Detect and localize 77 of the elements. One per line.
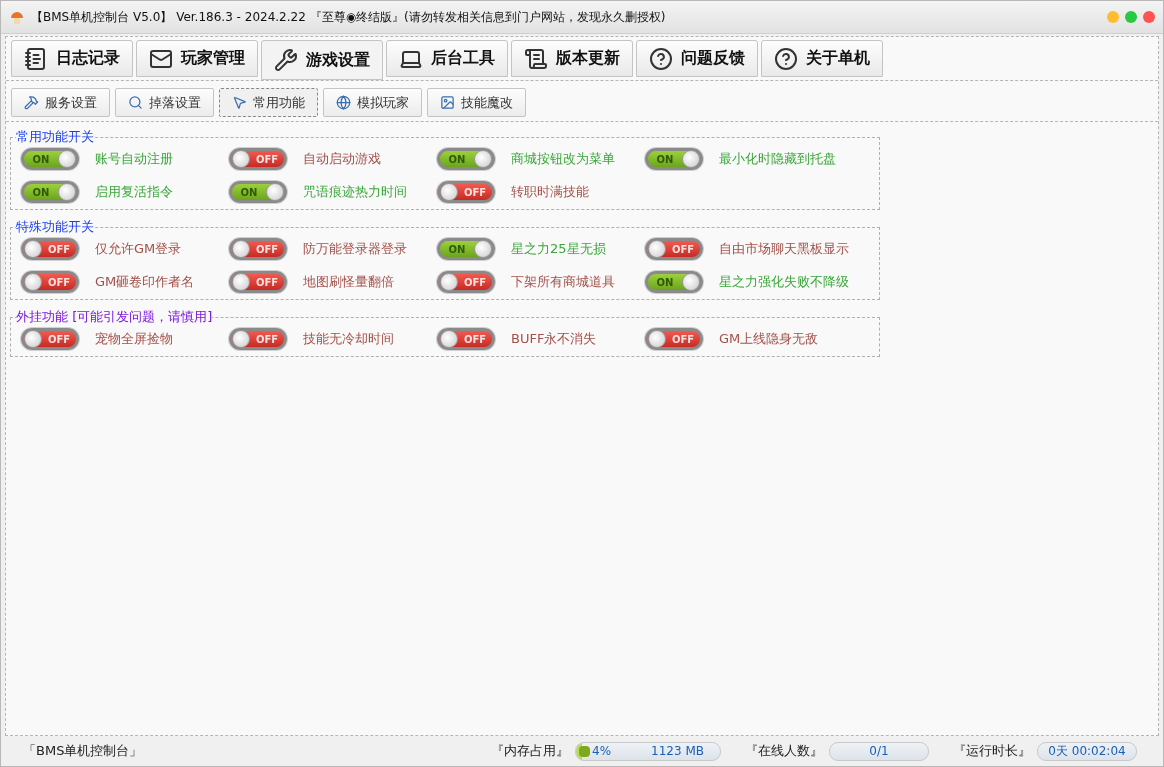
toggle-switch[interactable]: OFF <box>229 148 287 170</box>
option-label: 宠物全屏捡物 <box>95 330 173 348</box>
option-label: 账号自动注册 <box>95 150 173 168</box>
toggle-switch[interactable]: ON <box>645 148 703 170</box>
option-label: 自动启动游戏 <box>303 150 381 168</box>
scroll-icon <box>524 46 548 71</box>
toggle-switch[interactable]: OFF <box>21 271 79 293</box>
option-label: 启用复活指令 <box>95 183 173 201</box>
sub-tab[interactable]: 常用功能 <box>219 88 318 117</box>
toggle-switch[interactable]: OFF <box>229 238 287 260</box>
pointer-icon <box>232 95 247 110</box>
toggle-switch[interactable]: OFF <box>229 271 287 293</box>
help-icon <box>649 46 673 71</box>
window-title: 【BMS单机控制台 V5.0】 Ver.186.3 - 2024.2.22 『至尊◉终结版』(请勿转发相关信息到门户网站，发现永久删授权) <box>31 8 667 26</box>
option-label: 最小化时隐藏到托盘 <box>719 150 836 168</box>
notebook-icon <box>24 46 48 71</box>
toggle-switch[interactable]: OFF <box>229 328 287 350</box>
toggle-switch[interactable]: OFF <box>21 328 79 350</box>
toggle-switch[interactable]: OFF <box>645 328 703 350</box>
minimize-button[interactable] <box>1107 11 1119 23</box>
option-label: 技能无冷却时间 <box>303 330 394 348</box>
memory-percent: 4% <box>592 744 612 758</box>
globe-icon <box>336 95 351 110</box>
sub-tab[interactable]: 掉落设置 <box>115 88 214 117</box>
main-tab[interactable]: 游戏设置 <box>261 40 383 80</box>
runtime-label: 『运行时长』 <box>953 742 1031 760</box>
option-label: 星之力强化失败不降级 <box>719 273 849 291</box>
online-count: 0/1 <box>829 741 929 761</box>
maximize-button[interactable] <box>1125 11 1137 23</box>
picture-icon <box>440 95 455 110</box>
memory-label: 『内存占用』 <box>491 742 569 760</box>
group-title: 特殊功能开关 <box>16 218 94 236</box>
option-label: 咒语痕迹热力时间 <box>303 183 407 201</box>
help-icon <box>774 46 798 71</box>
toggle-switch[interactable]: OFF <box>645 238 703 260</box>
toggle-switch[interactable]: ON <box>21 148 79 170</box>
toggle-switch[interactable]: OFF <box>437 181 495 203</box>
close-button[interactable] <box>1143 11 1155 23</box>
sub-tab[interactable]: 服务设置 <box>11 88 110 117</box>
main-tab[interactable]: 版本更新 <box>511 40 633 77</box>
toggle-switch[interactable]: OFF <box>437 271 495 293</box>
option-label: 仅允许GM登录 <box>95 240 182 258</box>
option-label: 自由市场聊天黑板显示 <box>719 240 849 258</box>
hammer-icon <box>24 95 39 110</box>
option-label: 商城按钮改为菜单 <box>511 150 615 168</box>
option-label: 转职时满技能 <box>511 183 589 201</box>
main-tab[interactable]: 日志记录 <box>11 40 133 77</box>
option-label: GM上线隐身无敌 <box>719 330 819 348</box>
main-tab[interactable]: 问题反馈 <box>636 40 758 77</box>
search-icon <box>128 95 143 110</box>
app-name: 「BMS单机控制台」 <box>23 742 144 760</box>
main-tab[interactable]: 后台工具 <box>386 40 508 77</box>
option-label: 下架所有商城道具 <box>511 273 615 291</box>
memory-icon <box>579 745 590 757</box>
group-title: 常用功能开关 <box>16 128 94 146</box>
mushroom-icon <box>9 9 25 25</box>
main-tab[interactable]: 玩家管理 <box>136 40 258 77</box>
main-tab[interactable]: 关于单机 <box>761 40 883 77</box>
toggle-switch[interactable]: OFF <box>437 328 495 350</box>
wrench-icon <box>274 48 298 72</box>
option-label: 防万能登录器登录 <box>303 240 407 258</box>
option-label: 星之力25星无损 <box>511 240 606 258</box>
toggle-switch[interactable]: OFF <box>21 238 79 260</box>
toggle-switch[interactable]: ON <box>229 181 287 203</box>
option-label: 地图刷怪量翻倍 <box>303 273 394 291</box>
runtime-value: 0天 00:02:04 <box>1037 741 1137 761</box>
memory-size: 1123 MB <box>651 744 704 758</box>
option-label: BUFF永不消失 <box>511 330 597 348</box>
toggle-switch[interactable]: ON <box>645 271 703 293</box>
toggle-switch[interactable]: ON <box>437 238 495 260</box>
toggle-switch[interactable]: ON <box>437 148 495 170</box>
group-title: 外挂功能 [可能引发问题，请慎用] <box>16 308 213 326</box>
toggle-switch[interactable]: ON <box>21 181 79 203</box>
online-label: 『在线人数』 <box>745 742 823 760</box>
sub-tab[interactable]: 技能魔改 <box>427 88 526 117</box>
sub-tab[interactable]: 模拟玩家 <box>323 88 422 117</box>
option-label: GM砸卷印作者名 <box>95 273 195 291</box>
